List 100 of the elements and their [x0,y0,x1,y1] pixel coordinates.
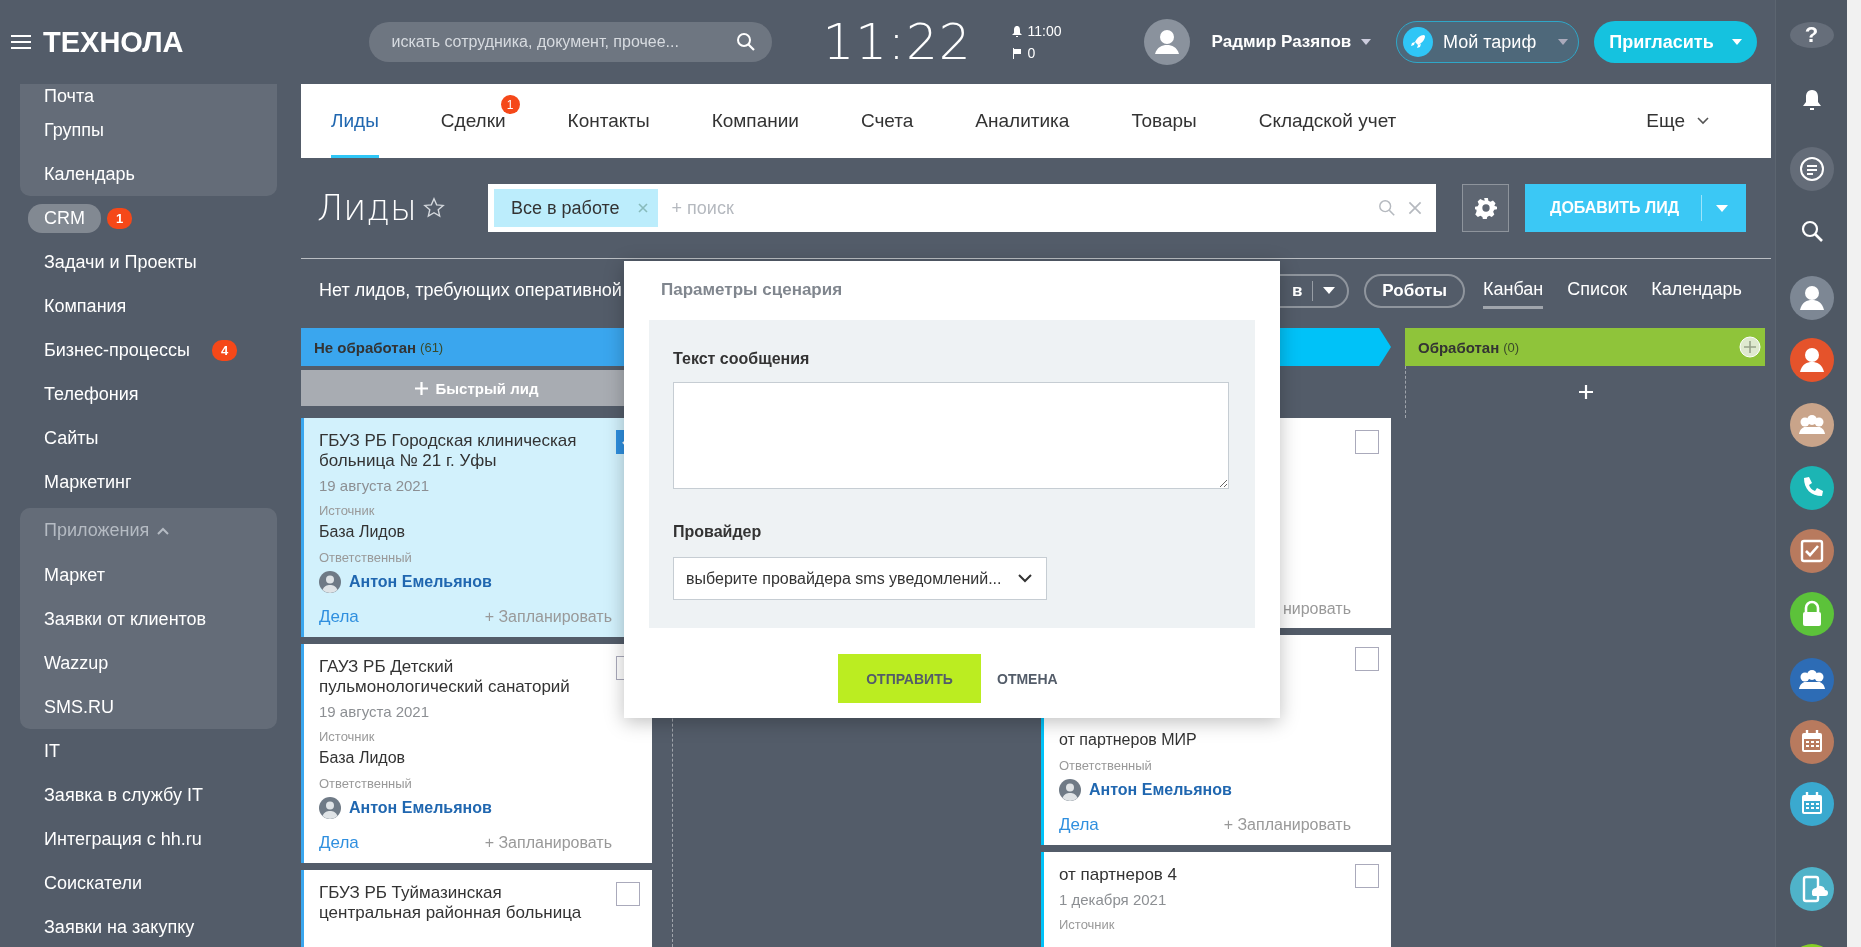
sidebar-item[interactable]: Маркет [28,560,121,590]
field-label: Текст сообщения [673,350,811,368]
phone-icon[interactable] [1789,466,1834,510]
avatar-icon[interactable] [1789,276,1834,320]
star-icon[interactable] [422,197,445,219]
settings-button[interactable] [1462,184,1509,232]
lead-card[interactable]: ГБУЗ РБ Туймазинская центральная районная больница [301,870,652,947]
sidebar-item[interactable]: Заявка в службу IT [28,780,219,810]
search-icon[interactable] [736,32,757,52]
sidebar-item[interactable]: Сайты [28,423,115,453]
caret-icon [1558,39,1568,45]
tab[interactable]: Счета [860,84,914,158]
sidebar-item[interactable]: Интеграция с hh.ru [28,824,218,854]
sidebar-item[interactable]: Телефония [28,379,155,409]
stage-title: Обработан [1418,338,1500,356]
checkbox[interactable] [616,882,640,906]
lead-title[interactable]: ГАУЗ РБ Детский пульмонологический санаторий [319,657,601,697]
lead-date: 19 августа 2021 [319,703,431,720]
sidebar-item[interactable]: Задачи и Проекты [28,247,213,277]
calendar-icon[interactable] [1789,720,1834,764]
calendar-icon[interactable] [1789,782,1834,826]
message-field[interactable] [673,382,1229,489]
checkbox[interactable] [1355,864,1379,888]
scrollbar[interactable] [1847,0,1861,947]
sidebar-item[interactable]: Бизнес-процессы [28,335,206,365]
flag-icon [1011,47,1022,59]
sidebar-item[interactable]: Компания [28,291,143,321]
more-tab[interactable]: Еще [1646,84,1709,158]
chevron-icon [1018,574,1032,583]
filter-chip[interactable]: Все в работе [494,189,658,227]
sidebar-item[interactable]: SMS.RU [28,692,130,722]
lead-title[interactable]: ГБУЗ РБ Туймазинская центральная районная больница [319,883,601,923]
sidebar-item[interactable]: CRM [28,203,101,233]
lead-card[interactable]: от партнеров 4 1 декабря 2021 Источник [1041,852,1391,947]
count-badge: 1 [107,207,133,229]
sidebar-item[interactable]: IT [28,736,76,766]
tariff-button[interactable]: Мой тариф [1396,21,1579,63]
sidebar-item[interactable]: Wazzup [28,648,125,678]
group-avatar-icon[interactable] [1789,403,1834,447]
checkbox[interactable] [1355,647,1379,671]
deals-link[interactable]: Дела [319,833,359,853]
tab[interactable]: Сделки 1 [440,84,520,158]
chat-icon[interactable] [1789,147,1834,191]
tab[interactable]: Компании [711,84,799,158]
clock: 11:22 [822,13,972,71]
field-label: Ответственный [319,776,413,791]
plus-icon[interactable] [1578,385,1593,399]
sidebar-item[interactable]: Группы [28,115,120,145]
cloud-device-icon[interactable] [1789,867,1834,911]
person-link[interactable]: Антон Емельянов [349,799,492,817]
logo-text[interactable]: ТЕХНОЛА [43,25,184,59]
plus-icon [414,381,428,395]
tab[interactable]: Лиды [331,84,379,158]
lead-title[interactable]: от партнеров 4 [1059,865,1341,885]
sidebar-item[interactable]: Заявки от клиентов [28,604,223,634]
tab[interactable]: Складской учет [1258,84,1397,158]
group-chat-icon[interactable] [1789,658,1834,702]
checkbox[interactable] [1355,430,1379,454]
lock-icon[interactable] [1789,592,1834,636]
sidebar-item[interactable]: Соискатели [28,868,158,898]
avatar-icon [1059,779,1081,801]
caret-icon [1731,39,1742,45]
person-link[interactable]: Антон Емельянов [349,573,492,591]
count-badge: 1 [500,95,520,114]
sidebar-item[interactable]: Маркетинг [28,467,148,497]
provider-select[interactable]: выберите провайдера sms уведомлений... [673,557,1047,600]
avatar-icon [319,797,341,819]
sidebar-item[interactable]: Заявки на закупку [28,912,211,942]
flag-count: 0 [1027,45,1036,61]
tab[interactable]: Контакты [567,84,650,158]
lead-title[interactable]: ГБУЗ РБ Городская клиническая больница № 21 г. Уфы [319,431,601,471]
task-icon[interactable] [1789,529,1834,573]
view-tab[interactable]: Список [1567,272,1628,309]
avatar-icon[interactable] [1789,338,1834,382]
deals-link[interactable]: Дела [1059,815,1099,835]
dialog-title: Параметры сценария [661,280,844,300]
sidebar-item[interactable]: Почта [28,84,110,111]
sidebar-item[interactable]: Календарь [28,159,151,189]
lead-card[interactable]: ГАУЗ РБ Детский пульмонологический санаторий 19 августа 2021 Источник База Лидов Ответственный Антон Емельянов Дела + Запланировать [301,644,652,863]
user-menu[interactable]: Радмир Разяпов [1211,32,1372,52]
view-tab[interactable]: Календарь [1651,272,1742,309]
lead-date: 19 августа 2021 [319,477,431,494]
send-button[interactable]: ОТПРАВИТЬ [838,654,981,703]
tab[interactable]: Товары [1131,84,1197,158]
filter-field[interactable]: Все в работе + поиск [488,184,1436,232]
robots-button[interactable]: Роботы [1364,273,1465,308]
menu-icon[interactable] [11,34,31,50]
avatar-icon [319,571,341,593]
tab[interactable]: Аналитика [975,84,1070,158]
view-tab[interactable]: Канбан [1482,272,1544,309]
source-value: База Лидов [319,523,407,541]
person-link[interactable]: Антон Емельянов [1089,781,1232,799]
stage-count: (61) [420,339,444,355]
help-button[interactable]: ? [1789,22,1834,48]
avatar-icon[interactable] [1143,19,1190,65]
alarm-time: 11:00 [1027,23,1062,39]
rocket-icon [1403,27,1433,57]
field-label: Ответственный [319,550,413,565]
stage-title: Не обработан [314,338,417,356]
field-label: Ответственный [1059,758,1153,773]
